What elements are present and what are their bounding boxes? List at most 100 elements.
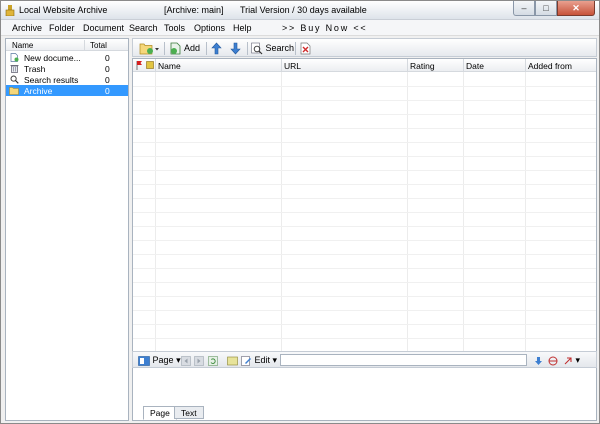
grid-row-line bbox=[133, 310, 596, 311]
folder-label: New docume... bbox=[24, 53, 81, 63]
folder-pane: Name Total New docume... 0 Trash 0 Searc… bbox=[5, 38, 129, 421]
search-button-label: Search bbox=[265, 43, 295, 53]
grid-row-line bbox=[133, 338, 596, 339]
grid-row-line bbox=[133, 184, 596, 185]
column-divider[interactable] bbox=[407, 59, 408, 72]
dropdown-arrow-icon: ▾ bbox=[272, 355, 278, 365]
app-title: Local Website Archive bbox=[19, 5, 108, 15]
forward-icon bbox=[194, 355, 204, 366]
menu-document[interactable]: Document bbox=[83, 23, 124, 33]
folder-total-column-header[interactable]: Total bbox=[90, 41, 107, 50]
menu-tools[interactable]: Tools bbox=[164, 23, 185, 33]
grid-row-line bbox=[133, 170, 596, 171]
folder-count: 0 bbox=[105, 86, 110, 96]
maximize-button[interactable]: □ bbox=[535, 1, 557, 16]
add-document-icon bbox=[170, 42, 181, 55]
date-column-header[interactable]: Date bbox=[466, 61, 484, 71]
back-button[interactable] bbox=[181, 354, 191, 366]
flag-column-icon[interactable] bbox=[136, 60, 143, 72]
preview-area[interactable]: Page Text bbox=[132, 368, 597, 421]
back-icon bbox=[181, 355, 191, 366]
folder-icon bbox=[9, 86, 19, 95]
title-bar: Local Website Archive [Archive: main] Tr… bbox=[1, 1, 599, 20]
folder-item-archive[interactable]: Archive 0 bbox=[6, 85, 128, 96]
added-from-column-header[interactable]: Added from bbox=[528, 61, 572, 71]
edit-dropdown[interactable]: Edit ▾ bbox=[241, 354, 277, 366]
next-result-button[interactable] bbox=[534, 354, 543, 366]
arrow-down-icon bbox=[230, 42, 241, 55]
grid-row-line bbox=[133, 282, 596, 283]
move-up-button[interactable] bbox=[211, 41, 222, 55]
grid-row-line bbox=[133, 268, 596, 269]
column-divider[interactable] bbox=[525, 59, 526, 72]
document-pane: Add Search Name URL Rating Date Added fr… bbox=[132, 38, 597, 421]
folder-count: 0 bbox=[105, 64, 110, 74]
folder-name-column-header[interactable]: Name bbox=[12, 41, 33, 50]
highlight-button[interactable] bbox=[548, 354, 558, 366]
folder-item-trash[interactable]: Trash 0 bbox=[6, 63, 128, 74]
open-external-icon bbox=[564, 357, 572, 365]
menu-options[interactable]: Options bbox=[194, 23, 225, 33]
grid-row-line bbox=[133, 142, 596, 143]
dropdown-arrow-icon: ▾ bbox=[575, 355, 581, 365]
close-button[interactable]: ✕ bbox=[557, 1, 595, 16]
tab-text[interactable]: Text bbox=[174, 406, 204, 419]
grid-row-line bbox=[133, 86, 596, 87]
toolbar-separator bbox=[164, 42, 165, 55]
new-folder-dropdown-button[interactable] bbox=[139, 41, 159, 55]
menu-folder[interactable]: Folder bbox=[49, 23, 75, 33]
add-button-label: Add bbox=[184, 43, 201, 53]
page-view-icon bbox=[138, 355, 150, 366]
folder-add-icon bbox=[139, 43, 159, 55]
grid-row-line bbox=[133, 240, 596, 241]
folder-label: Trash bbox=[24, 64, 46, 74]
menu-bar: Archive Folder Document Search Tools Opt… bbox=[1, 20, 599, 36]
column-divider[interactable] bbox=[84, 40, 85, 50]
new-document-icon bbox=[9, 53, 19, 62]
highlight-icon bbox=[548, 356, 558, 366]
document-list-header: Name URL Rating Date Added from bbox=[133, 59, 596, 72]
tab-page[interactable]: Page bbox=[143, 406, 177, 420]
toolbar-separator bbox=[247, 42, 248, 55]
preview-toolbar: Page ▾ Edit ▾ ▾ bbox=[132, 351, 597, 368]
url-column-header[interactable]: URL bbox=[284, 61, 301, 71]
trash-icon bbox=[9, 64, 19, 73]
rating-column-icon[interactable] bbox=[146, 61, 154, 71]
column-divider[interactable] bbox=[463, 59, 464, 72]
document-list[interactable]: Name URL Rating Date Added from ◀ ||| ▶ bbox=[132, 58, 597, 372]
url-address-field[interactable] bbox=[280, 354, 527, 366]
refresh-button[interactable] bbox=[208, 354, 218, 366]
move-down-button[interactable] bbox=[230, 41, 241, 55]
folder-item-new-documents[interactable]: New docume... 0 bbox=[6, 52, 128, 63]
menu-archive[interactable]: Archive bbox=[12, 23, 42, 33]
menu-search[interactable]: Search bbox=[129, 23, 158, 33]
dropdown-arrow-icon: ▾ bbox=[176, 355, 181, 365]
menu-help[interactable]: Help bbox=[233, 23, 252, 33]
trial-notice: Trial Version / 30 days available bbox=[240, 5, 367, 15]
toolbar-separator bbox=[206, 42, 207, 55]
rating-column-header[interactable]: Rating bbox=[410, 61, 435, 71]
page-view-dropdown[interactable]: Page ▾ bbox=[138, 354, 181, 366]
delete-button[interactable] bbox=[300, 41, 311, 55]
column-divider[interactable] bbox=[281, 59, 282, 72]
grid-row-line bbox=[133, 296, 596, 297]
page-view-label: Page bbox=[152, 355, 174, 365]
main-toolbar: Add Search bbox=[132, 38, 597, 57]
column-divider[interactable] bbox=[155, 59, 156, 72]
folder-item-search-results[interactable]: Search results 0 bbox=[6, 74, 128, 85]
grid-row-line bbox=[133, 114, 596, 115]
minimize-button[interactable]: – bbox=[513, 1, 535, 16]
folder-pane-header: Name Total bbox=[6, 39, 128, 51]
search-button[interactable]: Search bbox=[251, 41, 294, 55]
name-column-header[interactable]: Name bbox=[158, 61, 181, 71]
refresh-icon bbox=[208, 355, 218, 366]
note-button[interactable] bbox=[227, 354, 238, 366]
open-external-dropdown[interactable]: ▾ bbox=[563, 354, 580, 366]
buy-now-link[interactable]: >> Buy Now << bbox=[282, 23, 367, 33]
grid-row-line bbox=[133, 254, 596, 255]
grid-row-line bbox=[133, 212, 596, 213]
grid-row-line bbox=[133, 100, 596, 101]
folder-count: 0 bbox=[105, 53, 110, 63]
forward-button[interactable] bbox=[194, 354, 204, 366]
add-button[interactable]: Add bbox=[169, 41, 200, 55]
